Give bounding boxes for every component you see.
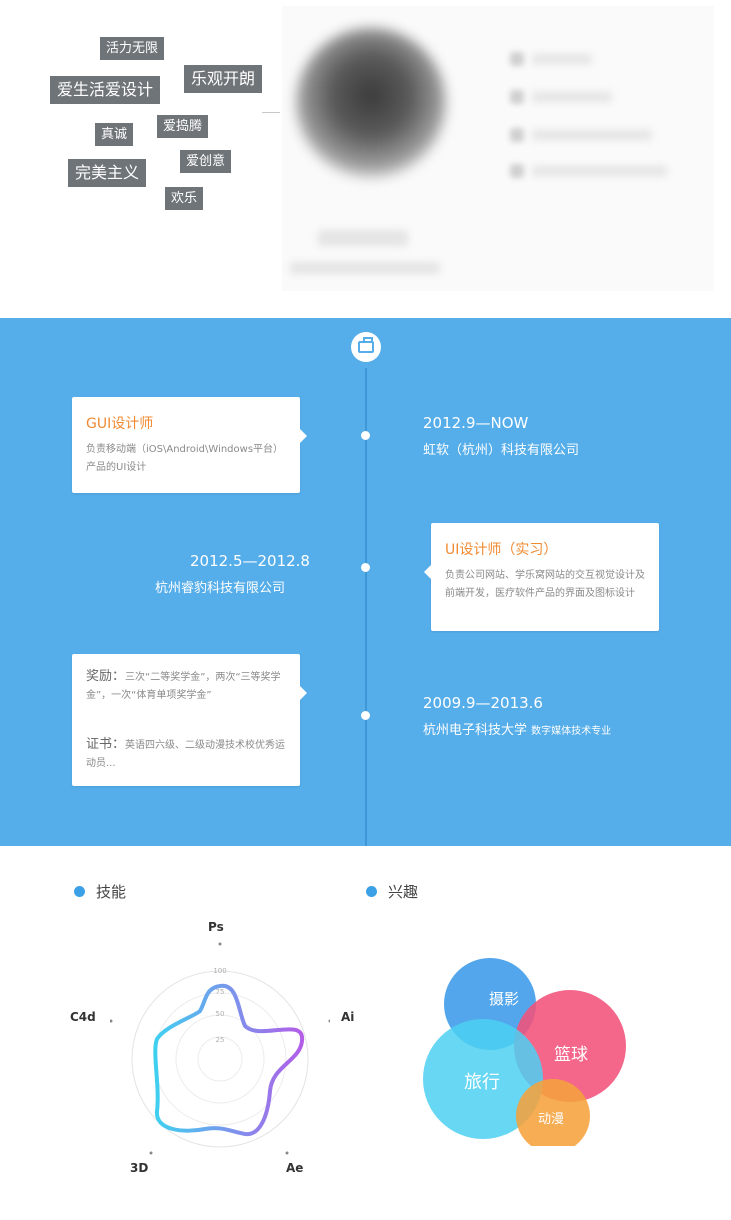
radar-tick-100: 100 <box>213 967 226 975</box>
job-title: GUI设计师 <box>86 416 154 432</box>
blurred-contact-line <box>532 92 612 102</box>
tag-perfectionist: 完美主义 <box>68 159 147 187</box>
radar-label-3d: 3D <box>130 1161 149 1175</box>
job-description: 负责公司网站、学乐窝网站的交互视觉设计及前端开发，医疗软件产品的界面及图标设计 <box>445 570 645 599</box>
profile-section: 活力无限 爱生活爱设计 乐观开朗 真诚 爱捣腾 完美主义 爱创意 欢乐 <box>0 0 731 318</box>
axis-dot <box>285 1151 289 1155</box>
certificate-label: 证书： <box>86 737 126 752</box>
bubble-label-basketball: 篮球 <box>554 1045 588 1065</box>
radar-tick-75: 75 <box>216 988 225 996</box>
award-block: 奖励：三次“二等奖学金”，两次“三等奖学金”，一次“体育单项奖学金” <box>86 668 292 705</box>
job-card-ui-intern: UI设计师（实习） 负责公司网站、学乐窝网站的交互视觉设计及前端开发，医疗软件产… <box>424 523 659 631</box>
school-major: 数字媒体技术专业 <box>531 726 612 737</box>
axis-dot <box>218 942 222 946</box>
tag-creative: 爱创意 <box>180 150 232 173</box>
bubble-label-anime: 动漫 <box>538 1112 565 1127</box>
tag-optimistic: 乐观开朗 <box>184 65 263 93</box>
contact-icon <box>510 52 524 66</box>
timeline-company: 虹软（杭州）科技有限公司 <box>423 443 580 458</box>
axis-dot <box>328 1019 330 1023</box>
timeline-dot <box>361 711 370 720</box>
experience-timeline: GUI设计师 负责移动端（iOS\Android\Windows平台）产品的UI… <box>0 318 731 846</box>
timeline-company: 杭州睿豹科技有限公司 <box>155 581 286 596</box>
bubble-label-travel: 旅行 <box>464 1072 500 1093</box>
school-name: 杭州电子科技大学 <box>423 723 528 738</box>
tag-lively: 活力无限 <box>100 37 165 60</box>
interests-bubble-chart <box>423 958 626 1146</box>
radar-tick-50: 50 <box>216 1010 225 1018</box>
education-card: 奖励：三次“二等奖学金”，两次“三等奖学金”，一次“体育单项奖学金” 证书：英语… <box>72 654 307 786</box>
blurred-contact-line <box>532 130 652 140</box>
job-description: 负责移动端（iOS\Android\Windows平台）产品的UI设计 <box>86 444 284 473</box>
timeline-date: 2012.5—2012.8 <box>190 552 310 570</box>
timeline-dot <box>361 563 370 572</box>
bubble-label-photography: 摄影 <box>489 990 520 1008</box>
job-title: UI设计师（实习） <box>445 542 558 558</box>
timeline-date: 2012.9—NOW <box>423 414 529 432</box>
axis-dot <box>149 1151 153 1155</box>
radar-tick-25: 25 <box>216 1036 225 1044</box>
tag-sincere: 真诚 <box>95 123 134 146</box>
radar-label-ps: Ps <box>208 920 224 934</box>
skills-interests-section: 技能 25 50 75 100 Ps Ai Ae 3D C4d 兴趣 摄影 篮球… <box>0 846 731 1220</box>
skills-title: 技能 <box>96 883 127 901</box>
timeline-dot <box>361 431 370 440</box>
contact-icon <box>510 128 524 142</box>
axis-dot <box>110 1019 113 1023</box>
interests-title: 兴趣 <box>388 883 419 901</box>
radar-label-c4d: C4d <box>70 1010 96 1024</box>
briefcase-icon <box>351 332 381 362</box>
timeline-school: 杭州电子科技大学 数字媒体技术专业 <box>423 719 611 738</box>
tag-pointer-line <box>262 112 280 113</box>
blurred-name <box>318 230 408 246</box>
award-label: 奖励： <box>86 669 126 684</box>
contact-icon <box>510 90 524 104</box>
skills-radar-chart: 25 50 75 100 <box>110 942 330 1155</box>
contact-icon <box>510 164 524 178</box>
interests-bullet-icon <box>366 886 377 897</box>
timeline-date: 2009.9—2013.6 <box>423 694 543 712</box>
radar-label-ae: Ae <box>286 1161 304 1175</box>
radar-label-ai: Ai <box>341 1010 355 1024</box>
blurred-contact-line <box>532 166 667 176</box>
tag-happy: 欢乐 <box>165 187 204 210</box>
blurred-subtitle <box>290 262 440 274</box>
tag-tinker: 爱捣腾 <box>157 115 209 138</box>
resume-page: 活力无限 爱生活爱设计 乐观开朗 真诚 爱捣腾 完美主义 爱创意 欢乐 GUI设… <box>0 0 731 1220</box>
skills-bullet-icon <box>74 886 85 897</box>
avatar <box>296 28 446 178</box>
job-card-gui: GUI设计师 负责移动端（iOS\Android\Windows平台）产品的UI… <box>72 397 307 493</box>
blurred-contact-line <box>532 54 592 64</box>
tag-love-life-design: 爱生活爱设计 <box>50 76 161 104</box>
certificate-block: 证书：英语四六级、二级动漫技术校优秀运动员... <box>86 736 292 773</box>
